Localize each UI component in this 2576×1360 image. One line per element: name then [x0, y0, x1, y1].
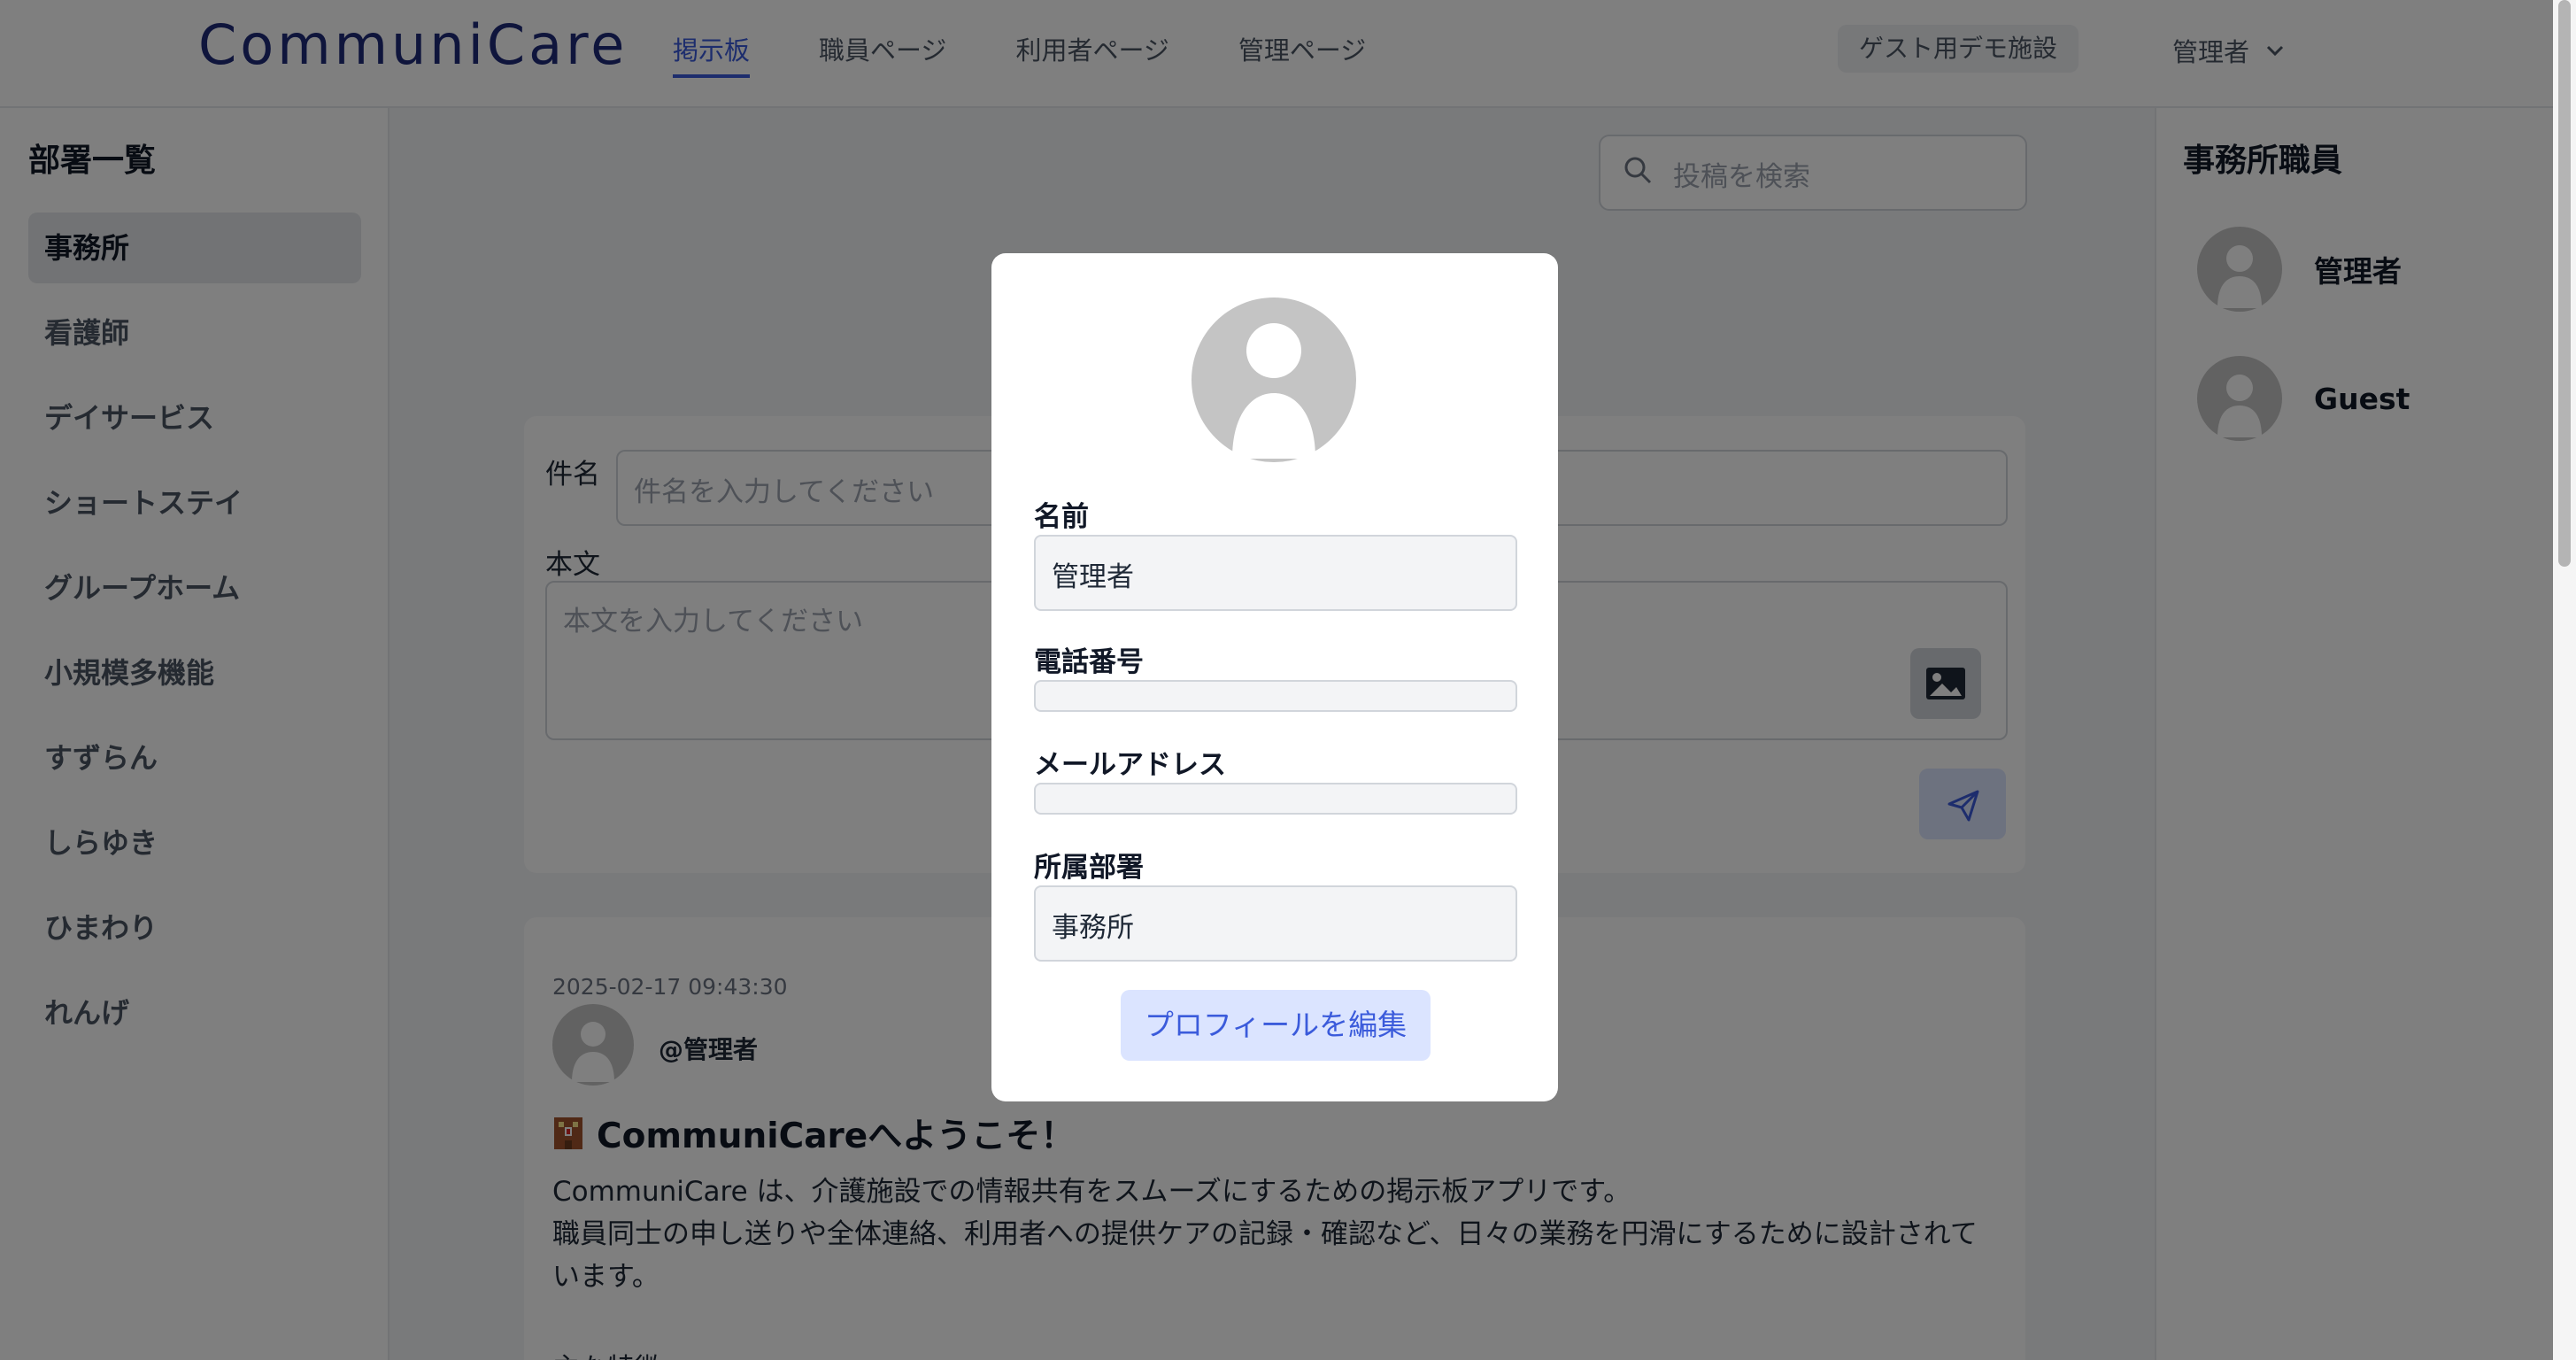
name-label: 名前 — [1034, 501, 1089, 533]
department-field: 事務所 — [1034, 885, 1517, 962]
name-field: 管理者 — [1034, 535, 1517, 611]
page-scrollbar[interactable] — [2553, 0, 2576, 1360]
app: CommuniCare 掲示板 職員ページ 利用者ページ 管理ページ ゲスト用デ… — [0, 0, 2553, 1360]
phone-field — [1034, 680, 1517, 712]
email-label: メールアドレス — [1034, 749, 1226, 781]
avatar-icon — [1192, 298, 1356, 462]
profile-modal: 名前 管理者 電話番号 メールアドレス 所属部署 事務所 プロフィールを編集 — [991, 253, 1558, 1101]
scrollbar-thumb[interactable] — [2558, 0, 2571, 567]
department-value: 事務所 — [1052, 912, 1134, 944]
email-field — [1034, 783, 1517, 815]
phone-label: 電話番号 — [1034, 646, 1144, 678]
edit-profile-button[interactable]: プロフィールを編集 — [1121, 990, 1431, 1061]
name-value: 管理者 — [1052, 561, 1134, 593]
department-label: 所属部署 — [1034, 852, 1144, 884]
